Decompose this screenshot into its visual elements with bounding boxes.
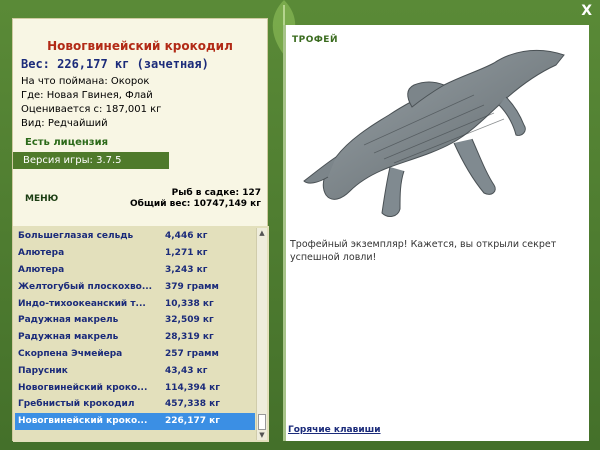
fish-name: Парусник (18, 365, 68, 376)
fish-weight: 1,271 кг (165, 248, 208, 259)
catch-location: Где: Новая Гвинея, Флай (21, 90, 153, 101)
fish-count: Рыб в садке: 127 (171, 188, 261, 198)
fish-name: Индо-тихоокеанский т... (18, 298, 146, 309)
fish-name: Гребнистый крокодил (18, 399, 135, 410)
catch-rarity: Вид: Редчайший (21, 118, 108, 129)
hotkeys-link[interactable]: Горячие клавиши (288, 425, 381, 435)
fish-list-container: Большеглазая сельдь 4,446 кг Алютера 1,271 … (13, 226, 269, 442)
catch-info-panel: Новогвинейский крокодил Вес: 226,177 кг … (12, 18, 269, 442)
fish-list-row[interactable]: Алютера 1,271 кг (15, 245, 255, 262)
fish-list-row[interactable]: Новогвинейский кроко... 226,177 кг (15, 412, 255, 430)
cage-stats: Рыб в садке: 127 Общий вес: 10747,149 кг (130, 188, 261, 210)
fish-list-row[interactable]: Радужная макрель 28,319 кг (15, 329, 255, 346)
fish-list-row[interactable]: Гребнистый крокодил 457,338 кг (15, 396, 255, 413)
fish-list-row[interactable]: Парусник 43,43 кг (15, 362, 255, 379)
fish-list-row[interactable]: Алютера 3,243 кг (15, 262, 255, 279)
catch-title: Новогвинейский крокодил (47, 39, 233, 53)
fish-weight: 32,509 кг (165, 315, 214, 326)
game-frame: X Новогвинейский крокодил Вес: 226,177 к… (0, 0, 600, 450)
fish-weight: 4,446 кг (165, 231, 208, 242)
fish-weight: 10,338 кг (165, 298, 214, 309)
total-weight: Общий вес: 10747,149 кг (130, 199, 261, 209)
scroll-thumb[interactable] (258, 414, 266, 430)
fish-name: Новогвинейский кроко... (18, 382, 148, 393)
fish-list-row[interactable]: Индо-тихоокеанский т... 10,338 кг (15, 295, 255, 312)
fish-list-row[interactable]: Скорпена Эчмейера 257 грамм (15, 346, 255, 363)
trophy-description: Трофейный экземпляр! Кажется, вы открыли… (290, 239, 557, 263)
catch-weight: Вес: 226,177 кг (зачетная) (21, 57, 209, 71)
fish-name: Алютера (18, 264, 65, 275)
close-button[interactable]: X (581, 3, 592, 19)
fish-weight: 226,177 кг (165, 416, 220, 427)
fish-list-scrollbar[interactable]: ▲ ▼ (256, 228, 267, 440)
trophy-panel: ТРОФЕЙ Трофейный экземпляр! Кажется, вы … (283, 25, 589, 441)
fish-list-row[interactable]: Новогвинейский кроко... 114,394 кг (15, 379, 255, 396)
fish-list-row[interactable]: Радужная макрель 32,509 кг (15, 312, 255, 329)
fish-weight: 43,43 кг (165, 365, 208, 376)
catch-valued: Оценивается с: 187,001 кг (21, 104, 162, 115)
fish-name: Алютера (18, 248, 65, 259)
fish-name: Радужная макрель (18, 332, 119, 343)
fish-name: Новогвинейский кроко... (18, 416, 148, 427)
fish-name: Желтогубый плоскохво... (18, 281, 153, 292)
fish-weight: 28,319 кг (165, 332, 214, 343)
scroll-down-icon[interactable]: ▼ (257, 430, 267, 440)
menu-button[interactable]: МЕНЮ (25, 194, 58, 204)
fish-name: Радужная макрель (18, 315, 119, 326)
fish-weight: 3,243 кг (165, 264, 208, 275)
fish-weight: 257 грамм (165, 348, 219, 359)
fish-weight: 379 грамм (165, 281, 219, 292)
game-version: Версия игры: 3.7.5 (13, 152, 169, 169)
fish-list-row[interactable]: Желтогубый плоскохво... 379 грамм (15, 278, 255, 295)
fish-weight: 457,338 кг (165, 399, 220, 410)
fish-weight: 114,394 кг (165, 382, 220, 393)
fish-name: Скорпена Эчмейера (18, 348, 123, 359)
crocodile-image (303, 49, 565, 217)
catch-bait: На что поймана: Окорок (21, 76, 150, 87)
scroll-up-icon[interactable]: ▲ (257, 228, 267, 238)
license-status: Есть лицензия (25, 137, 109, 148)
fish-list: Большеглазая сельдь 4,446 кг Алютера 1,271 … (15, 228, 255, 430)
fish-list-row[interactable]: Большеглазая сельдь 4,446 кг (15, 228, 255, 245)
fish-name: Большеглазая сельдь (18, 231, 134, 242)
